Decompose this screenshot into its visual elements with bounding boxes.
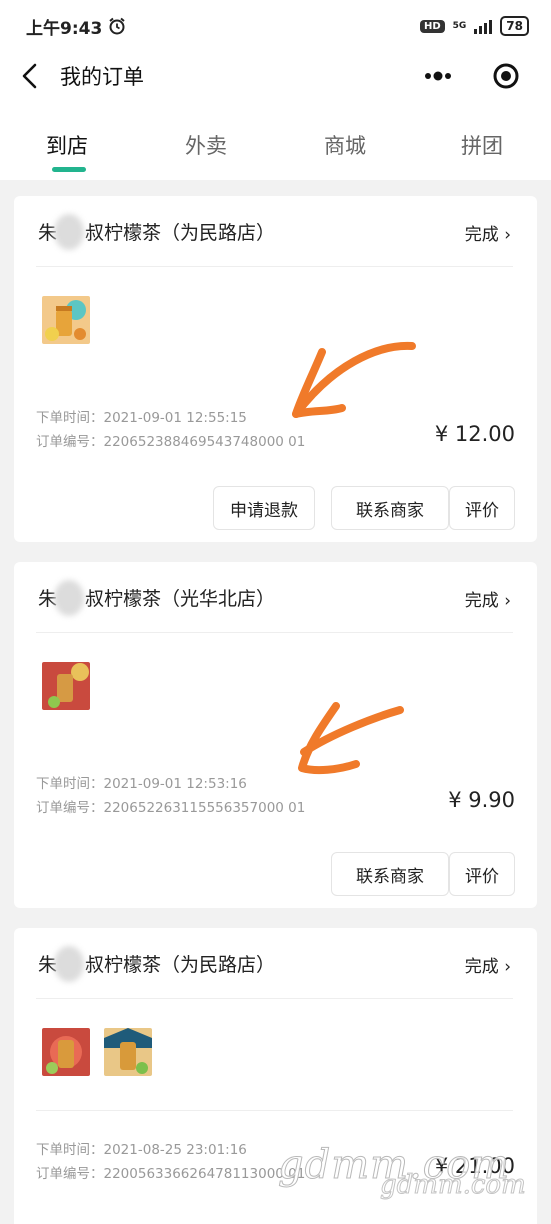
- status-time-group: 上午9:43: [26, 14, 126, 39]
- signal-icon: [474, 18, 493, 34]
- card-divider: [36, 266, 513, 267]
- order-time: 下单时间：2021-09-01 12:53:16: [36, 772, 247, 792]
- battery-icon: 78: [500, 16, 529, 36]
- order-card[interactable]: 朱叔柠檬茶（为民路店） 完成 › 下单时间：2021-09-01 12:55:1…: [14, 196, 537, 542]
- order-price: ¥ 9.90: [448, 788, 515, 812]
- order-card[interactable]: 朱叔柠檬茶（光华北店） 完成 › 下单时间：2021-09-01 12:53:1…: [14, 562, 537, 908]
- product-thumbnail[interactable]: [42, 1028, 90, 1076]
- status-time: 上午9:43: [26, 18, 103, 39]
- tab-in-store[interactable]: 到店: [46, 130, 88, 160]
- close-target-icon[interactable]: [492, 62, 520, 90]
- refund-button[interactable]: 申请退款: [213, 486, 315, 530]
- order-number: 订单编号：220652388469543748000 01: [36, 430, 305, 450]
- card-divider: [36, 1110, 513, 1111]
- order-time-label: 下单时间：: [36, 410, 104, 426]
- contact-merchant-button[interactable]: 联系商家: [331, 486, 449, 530]
- tab-takeout[interactable]: 外卖: [185, 130, 227, 160]
- order-status-link[interactable]: 完成 ›: [465, 586, 511, 611]
- page-title: 我的订单: [60, 65, 144, 89]
- status-indicators: HD 5G 78: [419, 16, 529, 36]
- order-status-link[interactable]: 完成 ›: [465, 220, 511, 245]
- order-number-value: 220652263115556357000 01: [103, 800, 306, 816]
- more-icon[interactable]: [418, 64, 458, 88]
- order-number-label: 订单编号：: [36, 800, 104, 816]
- tab-active-indicator: [52, 167, 86, 172]
- order-number-label: 订单编号：: [36, 1166, 104, 1182]
- order-time: 下单时间：2021-08-25 23:01:16: [36, 1138, 247, 1158]
- order-number: 订单编号：220652263115556357000 01: [36, 796, 305, 816]
- alarm-icon: [109, 17, 125, 35]
- store-name-suffix: 叔柠檬茶（光华北店）: [85, 588, 276, 610]
- status-bar: 上午9:43 HD 5G 78: [0, 0, 551, 52]
- blurred-text-patch: [54, 580, 84, 616]
- network-type: 5G: [452, 20, 467, 31]
- order-price: ¥ 12.00: [434, 422, 515, 446]
- store-name-suffix: 叔柠檬茶（为民路店）: [85, 222, 276, 244]
- card-divider: [36, 632, 513, 633]
- review-button[interactable]: 评价: [449, 486, 515, 530]
- contact-merchant-button[interactable]: 联系商家: [331, 852, 449, 896]
- order-time-value: 2021-08-25 23:01:16: [103, 1142, 247, 1158]
- order-time: 下单时间：2021-09-01 12:55:15: [36, 406, 247, 426]
- annotation-arrow-icon: [298, 702, 404, 775]
- hd-badge: HD: [419, 19, 445, 33]
- card-divider: [36, 998, 513, 999]
- tab-group-buy[interactable]: 拼团: [461, 130, 503, 160]
- order-number-value: 220056336626478113000 01: [103, 1166, 306, 1182]
- product-thumbnail[interactable]: [104, 1028, 152, 1076]
- tab-mall[interactable]: 商城: [324, 130, 366, 160]
- order-number-value: 220652388469543748000 01: [103, 434, 306, 450]
- blurred-text-patch: [54, 946, 84, 982]
- blurred-text-patch: [54, 214, 84, 250]
- order-time-label: 下单时间：: [36, 776, 104, 792]
- review-button[interactable]: 评价: [449, 852, 515, 896]
- product-thumbnail[interactable]: [42, 662, 90, 710]
- watermark-sub: gdmm.com: [380, 1170, 527, 1201]
- order-number: 订单编号：220056336626478113000 01: [36, 1162, 305, 1182]
- annotation-arrow-icon: [292, 341, 416, 418]
- store-name-suffix: 叔柠檬茶（为民路店）: [85, 954, 276, 976]
- nav-bar: 我的订单: [0, 52, 551, 100]
- order-status-link[interactable]: 完成 ›: [465, 952, 511, 977]
- order-number-label: 订单编号：: [36, 434, 104, 450]
- back-arrow-icon[interactable]: [18, 62, 42, 90]
- order-time-value: 2021-09-01 12:55:15: [103, 410, 247, 426]
- product-thumbnail[interactable]: [42, 296, 90, 344]
- order-time-value: 2021-09-01 12:53:16: [103, 776, 247, 792]
- order-time-label: 下单时间：: [36, 1142, 104, 1158]
